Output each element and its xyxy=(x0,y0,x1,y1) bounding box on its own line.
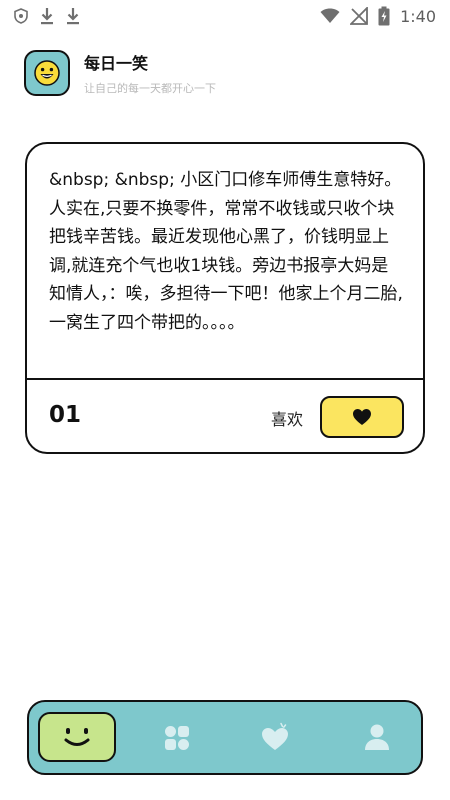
joke-text: &nbsp; &nbsp; 小区门口修车师傅生意特好。人实在,只要不换零件，常常… xyxy=(49,170,403,333)
download-icon xyxy=(66,7,80,25)
heart-icon xyxy=(352,408,372,426)
bottom-nav xyxy=(27,700,423,775)
joke-card: &nbsp; &nbsp; 小区门口修车师傅生意特好。人实在,只要不换零件，常常… xyxy=(25,142,425,454)
heart-icon xyxy=(260,722,290,752)
title-block: 每日一笑 让自己的每一天都开心一下 xyxy=(84,50,216,96)
like-label: 喜欢 xyxy=(271,410,304,429)
clock-time: 1:40 xyxy=(400,6,436,26)
joke-index: 01 xyxy=(49,402,82,428)
nav-tab-favorites[interactable] xyxy=(255,718,295,756)
joke-body: &nbsp; &nbsp; 小区门口修车师傅生意特好。人实在,只要不换零件，常常… xyxy=(27,144,423,378)
like-button[interactable] xyxy=(320,396,404,438)
screen: 1:40 每日一笑 让自己的每一天都开心一下 &nbsp; &nbsp; 小区门… xyxy=(0,0,450,800)
battery-charging-icon xyxy=(378,6,390,26)
status-right-icons: 1:40 xyxy=(320,6,436,26)
app-title: 每日一笑 xyxy=(84,54,149,73)
smiley-face-icon xyxy=(33,59,61,87)
nav-tab-profile[interactable] xyxy=(357,718,397,756)
nav-tab-home[interactable] xyxy=(38,712,116,762)
smiley-face-icon xyxy=(60,724,94,750)
download-icon xyxy=(40,7,54,25)
app-subtitle: 让自己的每一天都开心一下 xyxy=(84,82,216,95)
user-icon xyxy=(363,722,391,752)
nav-tab-categories[interactable] xyxy=(157,720,197,756)
no-signal-icon xyxy=(350,7,368,25)
status-left-icons xyxy=(14,7,80,25)
grid-icon xyxy=(163,724,191,752)
wifi-icon xyxy=(320,8,340,24)
app-header: 每日一笑 让自己的每一天都开心一下 xyxy=(24,50,216,96)
shield-icon xyxy=(14,8,28,24)
status-bar: 1:40 xyxy=(0,0,450,32)
app-logo xyxy=(24,50,70,96)
joke-card-footer: 01 喜欢 xyxy=(27,380,423,452)
